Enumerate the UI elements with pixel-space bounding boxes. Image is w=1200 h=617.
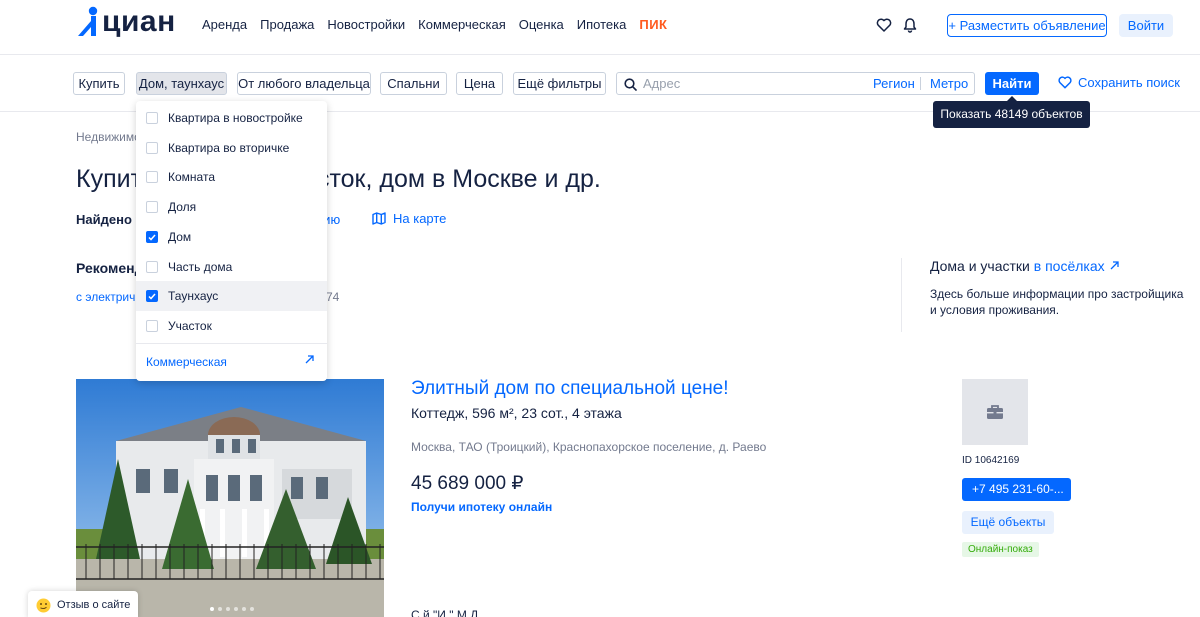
- owner-filter-button[interactable]: От любого владельца: [237, 72, 371, 95]
- dropdown-option-new-flat[interactable]: Квартира в новостройке: [136, 103, 327, 133]
- nav-mortgage[interactable]: Ипотека: [577, 17, 627, 32]
- nav-commercial[interactable]: Коммерческая: [418, 17, 506, 32]
- region-link[interactable]: Регион: [873, 76, 915, 91]
- smiley-icon: [36, 598, 51, 612]
- nav-pik[interactable]: ПИК: [639, 17, 667, 32]
- nav-rent[interactable]: Аренда: [202, 17, 247, 32]
- checkbox[interactable]: [146, 142, 158, 154]
- results-count-tooltip[interactable]: Показать 48149 объектов: [933, 96, 1090, 128]
- checkbox[interactable]: [146, 112, 158, 124]
- option-label: Квартира во вторичке: [168, 141, 290, 155]
- option-label: Доля: [168, 200, 197, 214]
- price-filter-button[interactable]: Цена: [456, 72, 503, 95]
- listing-title[interactable]: Элитный дом по специальной цене!: [411, 378, 729, 400]
- save-search-link[interactable]: Сохранить поиск: [1058, 75, 1180, 90]
- settlements-title-text: Дома и участки: [930, 258, 1030, 274]
- recommendation-count: 74: [326, 290, 340, 304]
- option-label: Дом: [168, 230, 192, 244]
- checkbox[interactable]: [146, 201, 158, 213]
- carousel-dot[interactable]: [242, 607, 246, 611]
- option-label: Таунхаус: [168, 289, 219, 303]
- favorites-heart-icon[interactable]: [876, 17, 892, 33]
- carousel-dot[interactable]: [226, 607, 230, 611]
- carousel-dot[interactable]: [234, 607, 238, 611]
- online-showing-badge: Онлайн-показ: [962, 542, 1039, 557]
- show-phone-button[interactable]: +7 495 231-60-...: [962, 478, 1071, 501]
- logo-text: циан: [102, 5, 176, 38]
- dropdown-option-house[interactable]: Дом: [136, 222, 327, 252]
- address-search: Регион Метро: [616, 72, 975, 95]
- settlements-link[interactable]: в посёлках: [1034, 258, 1105, 274]
- settlements-title: Дома и участки в посёлках: [930, 258, 1191, 274]
- login-button[interactable]: Войти: [1119, 14, 1173, 37]
- listing-price: 45 689 000 ₽: [411, 473, 524, 494]
- photo-carousel-dots[interactable]: [210, 607, 254, 611]
- search-divider: [920, 77, 921, 90]
- listing-subtitle: Коттедж, 596 м², 23 сот., 4 этажа: [411, 405, 622, 421]
- listing-address: Москва, ТАО (Троицкий), Краснопахорское …: [411, 440, 767, 454]
- feedback-tab[interactable]: Отзыв о сайте: [28, 591, 138, 617]
- dropdown-commercial-link[interactable]: Коммерческая: [146, 355, 227, 369]
- agent-logo-placeholder[interactable]: [962, 379, 1028, 445]
- option-label: Участок: [168, 319, 212, 333]
- cian-logo[interactable]: циан: [78, 4, 176, 38]
- dropdown-divider: [136, 343, 327, 344]
- place-ad-button[interactable]: + Разместить объявление: [947, 14, 1107, 37]
- settlements-promo: Дома и участки в посёлках Здесь больше и…: [901, 258, 1191, 332]
- heart-icon: [1058, 76, 1072, 89]
- feedback-label: Отзыв о сайте: [57, 599, 131, 611]
- dropdown-option-secondary-flat[interactable]: Квартира во вторичке: [136, 133, 327, 163]
- nav-valuation[interactable]: Оценка: [519, 17, 564, 32]
- search-icon: [624, 78, 637, 91]
- carousel-dot[interactable]: [218, 607, 222, 611]
- carousel-dot[interactable]: [250, 607, 254, 611]
- dropdown-option-share[interactable]: Доля: [136, 192, 327, 222]
- dropdown-option-room[interactable]: Комната: [136, 162, 327, 192]
- bedrooms-filter-button[interactable]: Спальни: [380, 72, 447, 95]
- save-search-label: Сохранить поиск: [1078, 75, 1180, 90]
- nav-sale[interactable]: Продажа: [260, 17, 314, 32]
- address-input[interactable]: [643, 75, 843, 92]
- find-button[interactable]: Найти: [985, 72, 1039, 95]
- metro-link[interactable]: Метро: [930, 76, 968, 91]
- external-arrow-icon: [1110, 261, 1119, 270]
- mortgage-link[interactable]: Получи ипотеку онлайн: [411, 500, 552, 514]
- nav-new-buildings[interactable]: Новостройки: [327, 17, 405, 32]
- option-label: Квартира в новостройке: [168, 111, 303, 125]
- carousel-dot[interactable]: [210, 607, 214, 611]
- header: циан Аренда Продажа Новостройки Коммерче…: [0, 0, 1200, 55]
- more-filters-button[interactable]: Ещё фильтры: [513, 72, 606, 95]
- logo-person-icon: [78, 6, 98, 36]
- checkbox-checked[interactable]: [146, 231, 158, 243]
- main-nav: Аренда Продажа Новостройки Коммерческая …: [202, 17, 667, 32]
- map-link-label: На карте: [393, 211, 447, 226]
- map-link[interactable]: На карте: [372, 211, 446, 226]
- listing-photo[interactable]: [76, 379, 384, 617]
- property-type-dropdown: Квартира в новостройке Квартира во втори…: [136, 101, 327, 381]
- briefcase-icon: [987, 405, 1003, 419]
- breadcrumb[interactable]: Недвижимо: [76, 130, 141, 144]
- dropdown-option-townhouse[interactable]: Таунхаус: [136, 281, 327, 311]
- dropdown-option-land[interactable]: Участок: [136, 311, 327, 341]
- checkbox[interactable]: [146, 261, 158, 273]
- dropdown-option-house-part[interactable]: Часть дома: [136, 252, 327, 282]
- checkbox[interactable]: [146, 320, 158, 332]
- checkbox[interactable]: [146, 171, 158, 183]
- settlements-text: Здесь больше информации про застройщика …: [930, 287, 1184, 317]
- checkbox-checked[interactable]: [146, 290, 158, 302]
- property-type-button[interactable]: Дом, таунхаус: [136, 72, 227, 95]
- external-arrow-icon[interactable]: [304, 354, 315, 365]
- checkmark-icon: [148, 234, 156, 241]
- house-photo-image: [76, 379, 384, 617]
- listing-description: С й "И " М Д: [411, 608, 479, 617]
- deal-type-button[interactable]: Купить: [73, 72, 125, 95]
- notifications-bell-icon[interactable]: [902, 17, 918, 33]
- more-objects-button[interactable]: Ещё объекты: [962, 511, 1054, 534]
- checkmark-icon: [148, 293, 156, 300]
- listing-id: ID 10642169: [962, 455, 1020, 466]
- option-label: Комната: [168, 170, 215, 184]
- option-label: Часть дома: [168, 260, 233, 274]
- recommendation-tag-link[interactable]: с электрич: [76, 290, 135, 304]
- map-icon: [372, 212, 386, 225]
